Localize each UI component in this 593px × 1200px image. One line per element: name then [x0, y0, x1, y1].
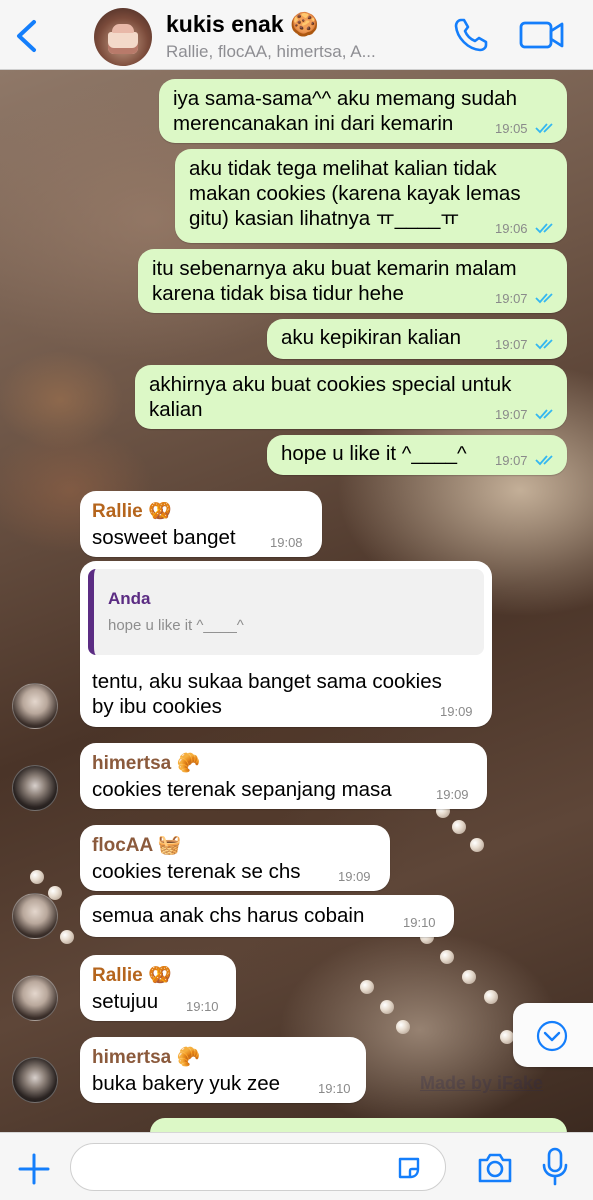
plus-icon[interactable] — [16, 1151, 52, 1187]
read-ticks-icon — [535, 123, 553, 134]
message-time: 19:09 — [338, 869, 371, 884]
message-time: 19:09 — [440, 704, 473, 719]
message-text: hope u like it ^____^ — [281, 442, 467, 465]
message-text: cookies terenak se chs — [92, 860, 301, 883]
message-time: 19:10 — [186, 999, 219, 1014]
quoted-message[interactable]: Anda hope u like it ^____^ — [88, 569, 484, 655]
chat-header: kukis enak 🍪 Rallie, flocAA, himertsa, A… — [0, 0, 593, 70]
message-text: aku kepikiran kalian — [281, 326, 462, 349]
sender-name[interactable]: Rallie 🥨 — [92, 963, 172, 987]
read-ticks-icon — [535, 409, 553, 420]
sender-avatar[interactable] — [12, 975, 58, 1021]
message-text: akhirnya aku buat cookies special untuk … — [149, 373, 512, 421]
read-ticks-icon — [535, 455, 553, 466]
message-text: cookies terenak sepanjang masa — [92, 778, 392, 801]
read-ticks-icon — [535, 293, 553, 304]
watermark: Made by iFake — [420, 1073, 544, 1093]
message-time: 19:08 — [270, 535, 303, 550]
read-ticks-icon — [535, 339, 553, 350]
message-time: 19:10 — [403, 915, 436, 930]
outgoing-message[interactable]: akhirnya aku buat cookies special untuk … — [135, 365, 567, 429]
camera-icon[interactable] — [476, 1151, 514, 1185]
chat-members[interactable]: Rallie, flocAA, himertsa, A... — [166, 42, 376, 62]
back-chevron-icon[interactable] — [10, 16, 44, 56]
group-avatar[interactable] — [94, 8, 152, 66]
phone-icon[interactable] — [452, 16, 490, 54]
sender-name[interactable]: flocAA 🧺 — [92, 833, 181, 857]
sender-name[interactable]: himertsa 🥐 — [92, 1045, 200, 1069]
message-text: iya sama-sama^^ aku memang sudah merenca… — [173, 87, 517, 135]
incoming-message[interactable]: himertsa 🥐 buka bakery yuk zee 19:10 — [80, 1037, 366, 1103]
outgoing-message[interactable]: itu sebenarnya aku buat kemarin malam ka… — [138, 249, 567, 313]
message-time: 19:06 — [495, 221, 528, 236]
outgoing-message[interactable]: aku tidak tega melihat kalian tidak maka… — [175, 149, 567, 243]
incoming-message[interactable]: Rallie 🥨 sosweet banget 19:08 — [80, 491, 322, 557]
message-input[interactable] — [70, 1143, 446, 1191]
outgoing-message[interactable]: hope u like it ^____^ 19:07 — [267, 435, 567, 475]
message-time: 19:07 — [495, 291, 528, 306]
message-text: semua anak chs harus cobain — [92, 904, 365, 927]
message-text: setujuu — [92, 990, 159, 1013]
sender-avatar[interactable] — [12, 1057, 58, 1103]
chat-title[interactable]: kukis enak 🍪 — [166, 11, 319, 38]
read-ticks-icon — [535, 223, 553, 234]
message-time: 19:07 — [495, 453, 528, 468]
incoming-message[interactable]: flocAA 🧺 cookies terenak se chs 19:09 — [80, 825, 390, 891]
incoming-message[interactable]: himertsa 🥐 cookies terenak sepanjang mas… — [80, 743, 487, 809]
message-text: aku tidak tega melihat kalian tidak maka… — [189, 157, 521, 230]
sender-avatar[interactable] — [12, 893, 58, 939]
quoted-text: hope u like it ^____^ — [108, 617, 244, 634]
incoming-message[interactable]: semua anak chs harus cobain 19:10 — [80, 895, 454, 937]
quoted-sender: Anda — [108, 589, 151, 608]
incoming-reply-message[interactable]: Anda hope u like it ^____^ tentu, aku su… — [80, 561, 492, 727]
message-time: 19:07 — [495, 407, 528, 422]
sender-avatar[interactable] — [12, 765, 58, 811]
message-input-bar — [0, 1132, 593, 1200]
sticker-icon[interactable] — [396, 1155, 422, 1181]
message-time: 19:05 — [495, 121, 528, 136]
message-time: 19:10 — [318, 1081, 351, 1096]
sender-name[interactable]: Rallie 🥨 — [92, 499, 172, 523]
message-time: 19:07 — [495, 337, 528, 352]
message-text: itu sebenarnya aku buat kemarin malam ka… — [152, 257, 517, 305]
outgoing-message[interactable]: iya sama-sama^^ aku memang sudah merenca… — [159, 79, 567, 143]
video-call-icon[interactable] — [518, 18, 566, 52]
scroll-to-bottom-button[interactable] — [513, 1003, 593, 1067]
message-text: sosweet banget — [92, 526, 236, 549]
message-text: buka bakery yuk zee — [92, 1072, 281, 1095]
message-text: tentu, aku sukaa banget sama cookies by … — [92, 670, 442, 718]
microphone-icon[interactable] — [540, 1147, 570, 1187]
chevron-down-circle-icon — [536, 1020, 568, 1052]
incoming-message[interactable]: Rallie 🥨 setujuu 19:10 — [80, 955, 236, 1021]
sender-name[interactable]: himertsa 🥐 — [92, 751, 200, 775]
sender-avatar[interactable] — [12, 683, 58, 729]
message-time: 19:09 — [436, 787, 469, 802]
outgoing-message[interactable]: aku kepikiran kalian 19:07 — [267, 319, 567, 359]
